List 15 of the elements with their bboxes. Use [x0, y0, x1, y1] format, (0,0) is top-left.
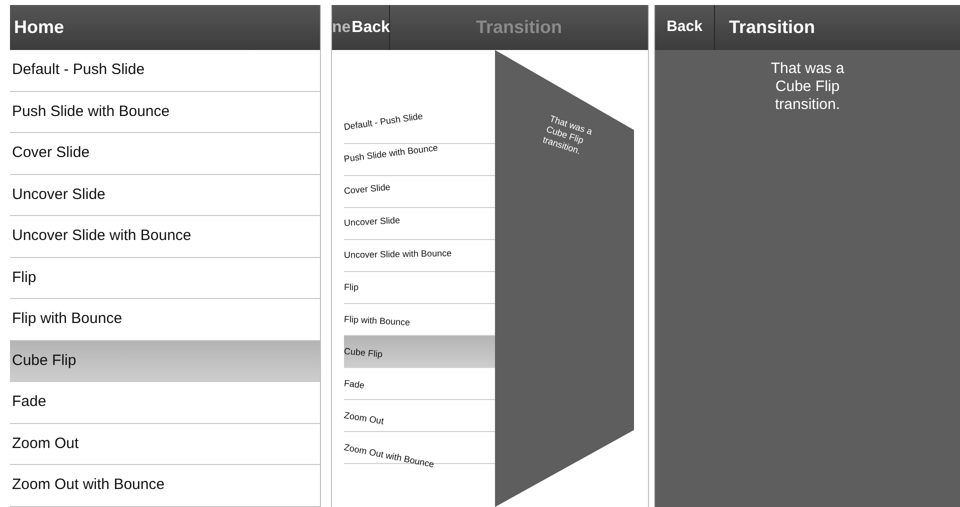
list-item[interactable]: Flip: [10, 258, 320, 299]
list-item[interactable]: Push Slide with Bounce: [344, 144, 495, 176]
list-item[interactable]: Zoom Out: [10, 424, 320, 465]
list-item[interactable]: Default - Push Slide: [344, 112, 495, 144]
back-label: Back: [352, 18, 390, 38]
list-item[interactable]: Uncover Slide: [10, 174, 320, 216]
list-item[interactable]: Cube Flip: [10, 340, 320, 382]
nav-title: Home: [14, 16, 64, 39]
list-item[interactable]: Push Slide with Bounce: [10, 92, 320, 133]
list-item[interactable]: Cube Flip: [344, 336, 495, 368]
nav-title: Transition: [729, 16, 816, 39]
message-text: That was a Cube Flip transition.: [770, 60, 846, 114]
back-button[interactable]: Back: [655, 5, 715, 50]
nav-title: Transition: [474, 16, 563, 39]
back-title-fragment: ne: [332, 18, 351, 38]
